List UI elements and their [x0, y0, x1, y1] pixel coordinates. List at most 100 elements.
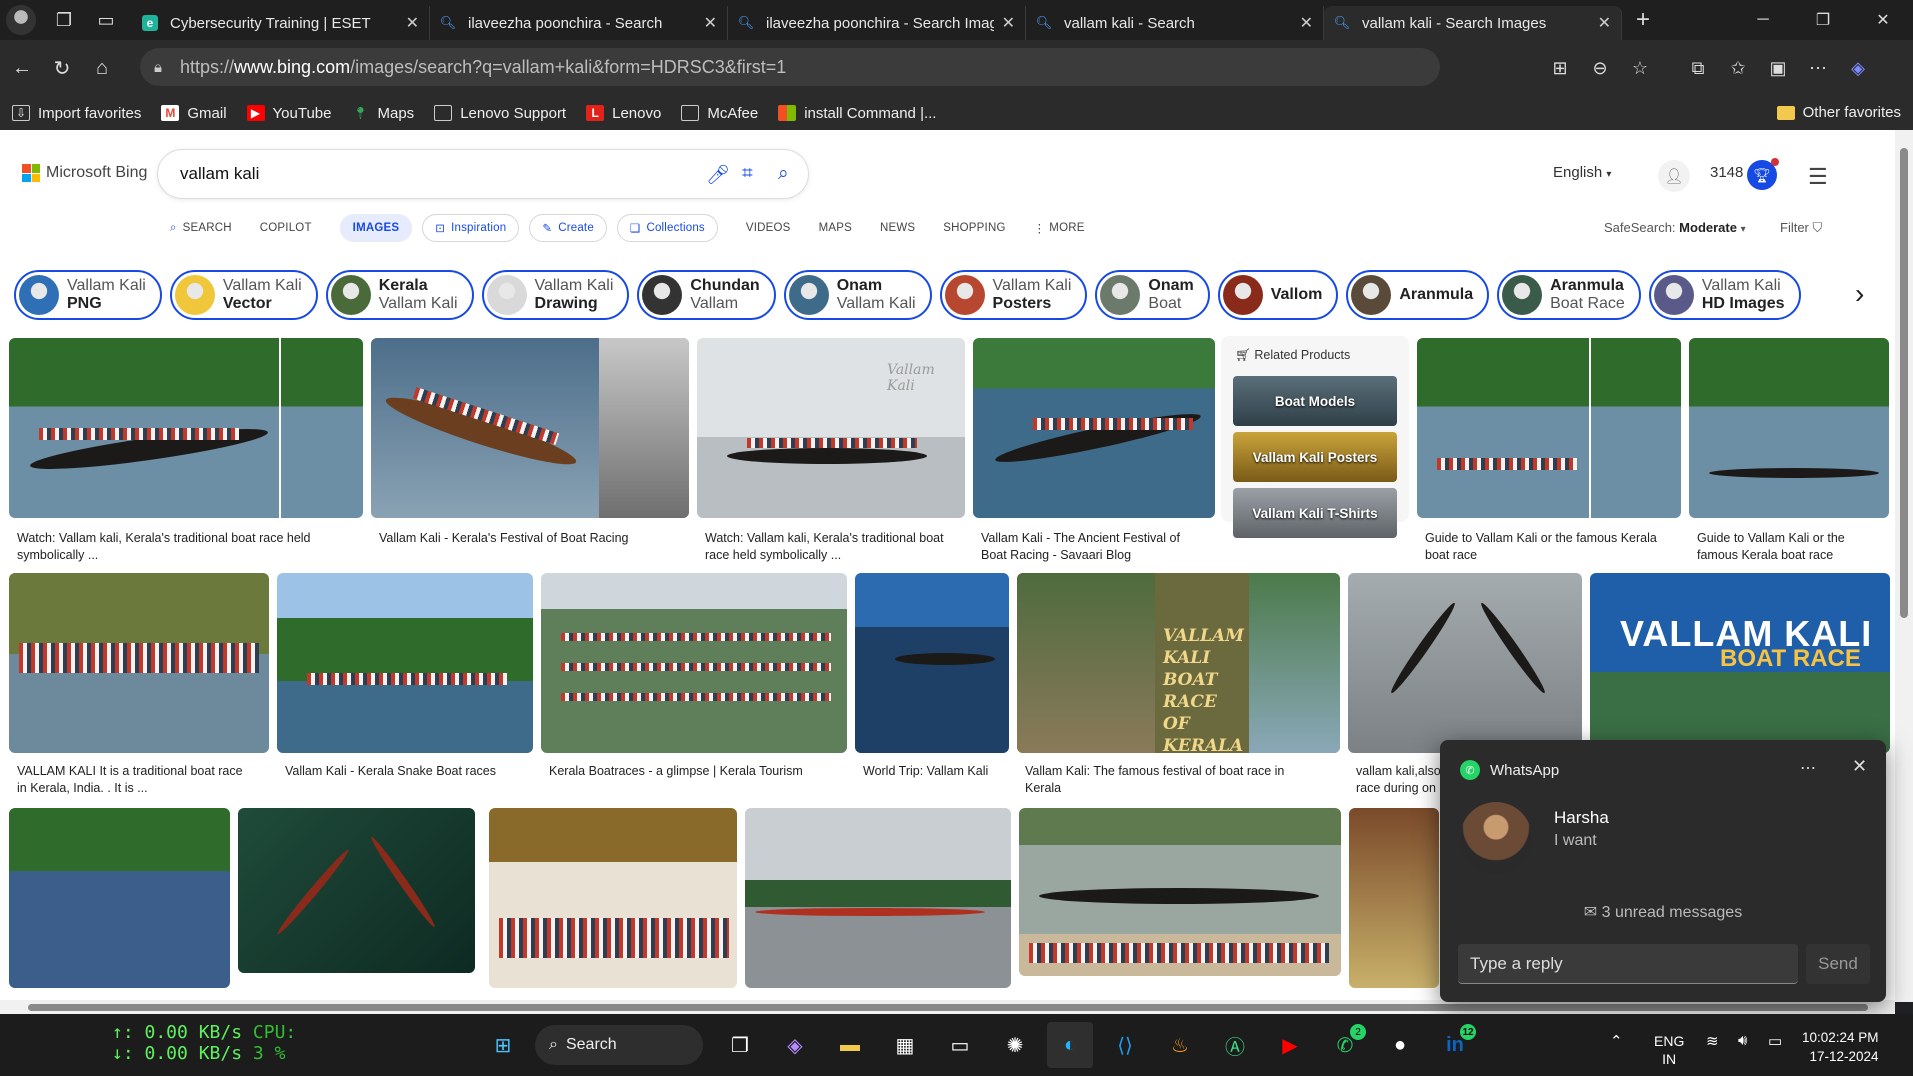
- favorite-lenovo[interactable]: L Lenovo: [586, 105, 661, 122]
- close-tab-icon[interactable]: ✕: [1002, 13, 1015, 33]
- tab-eset[interactable]: e Cybersecurity Training | ESET ✕: [132, 6, 430, 40]
- search-query[interactable]: vallam kali: [180, 164, 259, 184]
- image-result[interactable]: [9, 808, 230, 988]
- related-product-posters[interactable]: Vallam Kali Posters: [1233, 432, 1397, 482]
- image-result[interactable]: [489, 808, 737, 988]
- filter-button[interactable]: Filter ⛉: [1780, 220, 1822, 236]
- vertical-tabs-icon[interactable]: ▭: [92, 6, 120, 34]
- scope-shopping[interactable]: SHOPPING: [943, 222, 1005, 234]
- reply-input[interactable]: Type a reply: [1458, 944, 1798, 984]
- image-result[interactable]: [1019, 808, 1341, 988]
- image-result[interactable]: VALLAM KALI BOAT RACE: [1590, 573, 1890, 758]
- image-result[interactable]: VALLAM KALI It is a traditional boat rac…: [9, 573, 269, 795]
- rewards-icon[interactable]: 🏆︎: [1747, 158, 1779, 190]
- scrollbar-thumb[interactable]: [1900, 148, 1908, 618]
- result-image[interactable]: [1417, 338, 1681, 518]
- more-options-icon[interactable]: ⋯: [1800, 758, 1816, 778]
- scope-inspiration[interactable]: ⊡ Inspiration: [422, 214, 520, 242]
- tab-ilaveezha-images[interactable]: 🔍︎ ilaveezha poonchira - Search Imag ✕: [728, 6, 1026, 40]
- related-chip[interactable]: Vallom: [1217, 270, 1339, 320]
- tab-ilaveezha-search[interactable]: 🔍︎ ilaveezha poonchira - Search ✕: [430, 6, 728, 40]
- file-explorer-icon[interactable]: ▬: [827, 1022, 873, 1068]
- favorite-lenovo-support[interactable]: Lenovo Support: [434, 105, 566, 122]
- microphone-icon[interactable]: 🎤︎: [706, 163, 730, 187]
- android-studio-icon[interactable]: Ⓐ: [1212, 1022, 1258, 1068]
- scrollbar-thumb[interactable]: [28, 1004, 1868, 1011]
- volume-icon[interactable]: 🔊︎: [1738, 1032, 1747, 1049]
- battery-icon[interactable]: ▭: [1768, 1032, 1782, 1050]
- whatsapp-icon[interactable]: ✆ 2: [1322, 1022, 1368, 1068]
- image-result[interactable]: Guide to Vallam Kali or the famous Keral…: [1417, 338, 1681, 562]
- language-indicator[interactable]: ENG IN: [1654, 1032, 1684, 1068]
- result-image[interactable]: [855, 573, 1009, 753]
- result-image[interactable]: [1349, 808, 1439, 988]
- new-tab-button[interactable]: +: [1636, 6, 1650, 34]
- related-chip[interactable]: Onam Vallam Kali: [783, 270, 932, 320]
- hamburger-menu-icon[interactable]: ☰: [1808, 164, 1828, 190]
- favorite-maps[interactable]: 📍︎ Maps: [352, 105, 414, 122]
- edge-icon[interactable]: ◐: [1047, 1022, 1093, 1068]
- rewards-points[interactable]: 3148: [1710, 164, 1743, 181]
- close-icon[interactable]: ✕: [1852, 756, 1867, 777]
- related-chip[interactable]: Chundan Vallam: [637, 270, 776, 320]
- result-image[interactable]: [541, 573, 847, 753]
- result-image[interactable]: [1348, 573, 1582, 753]
- clock[interactable]: 10:02:24 PM 17-12-2024: [1802, 1028, 1879, 1066]
- image-result[interactable]: Watch: Vallam kali, Kerala's traditional…: [9, 338, 363, 562]
- image-result[interactable]: [238, 808, 475, 988]
- favorite-youtube[interactable]: ▶ YouTube: [246, 105, 332, 122]
- related-chip[interactable]: Vallam Kali PNG: [14, 270, 162, 320]
- search-icon[interactable]: ⌕: [778, 163, 789, 185]
- related-chip[interactable]: Vallam Kali Posters: [939, 270, 1088, 320]
- taskbar-search[interactable]: ⌕ Search: [535, 1025, 703, 1065]
- favorite-mcafee[interactable]: McAfee: [681, 105, 758, 122]
- more-menu-icon[interactable]: ⋯: [1798, 58, 1838, 79]
- scope-create[interactable]: ✎ Create: [529, 214, 607, 242]
- tab-vallam-images[interactable]: 🔍︎ vallam kali - Search Images ✕: [1324, 6, 1622, 40]
- github-icon[interactable]: ●: [1377, 1022, 1423, 1068]
- related-chip[interactable]: Kerala Vallam Kali: [325, 270, 474, 320]
- favorites-icon[interactable]: ✩: [1718, 58, 1758, 79]
- favorite-import[interactable]: ⇩ Import favorites: [12, 105, 141, 122]
- start-icon[interactable]: ⊞: [480, 1022, 526, 1068]
- horizontal-scrollbar[interactable]: [0, 1000, 1895, 1014]
- linkedin-icon[interactable]: in 12: [1432, 1022, 1478, 1068]
- scope-news[interactable]: NEWS: [880, 222, 915, 234]
- vscode-icon[interactable]: ⟨⟩: [1102, 1022, 1148, 1068]
- home-icon[interactable]: ⌂: [84, 50, 120, 86]
- result-image[interactable]: [745, 808, 1011, 988]
- close-tab-icon[interactable]: ✕: [1598, 13, 1611, 33]
- favorite-star-icon[interactable]: ☆: [1620, 58, 1660, 79]
- image-result[interactable]: [745, 808, 1011, 988]
- terminal-icon[interactable]: ▭: [937, 1022, 983, 1068]
- profile-avatar[interactable]: [6, 5, 36, 35]
- safesearch-dropdown[interactable]: SafeSearch: Moderate ▾: [1604, 220, 1746, 235]
- address-bar[interactable]: 🔒︎ https://www.bing.com/images/search?q=…: [140, 48, 1440, 86]
- scope-more[interactable]: ⋮ MORE: [1034, 221, 1085, 235]
- other-favorites[interactable]: Other favorites: [1776, 104, 1901, 121]
- image-result[interactable]: Vallam Kali Watch: Vallam kali, Kerala's…: [697, 338, 965, 562]
- related-chip[interactable]: Vallam Kali Drawing: [481, 270, 630, 320]
- result-image[interactable]: VALLAM KALI BOAT RACE OF KERALA: [1017, 573, 1340, 753]
- favorite-gmail[interactable]: M Gmail: [161, 105, 227, 122]
- java-icon[interactable]: ♨: [1157, 1022, 1203, 1068]
- related-product-boat-models[interactable]: Boat Models: [1233, 376, 1397, 426]
- scope-maps[interactable]: MAPS: [819, 222, 852, 234]
- close-tab-icon[interactable]: ✕: [704, 13, 717, 33]
- related-chip[interactable]: Aranmula: [1346, 270, 1490, 320]
- result-image[interactable]: [489, 808, 737, 988]
- image-result[interactable]: [1349, 808, 1439, 988]
- favorite-install-command[interactable]: install Command |...: [778, 105, 936, 122]
- image-result[interactable]: vallam kali,also race during on: [1348, 573, 1582, 795]
- related-chip[interactable]: Vallam Kali HD Images: [1648, 270, 1801, 320]
- image-result[interactable]: Kerala Boatraces - a glimpse | Kerala To…: [541, 573, 847, 778]
- collections-icon[interactable]: ▣: [1758, 58, 1798, 79]
- workspaces-icon[interactable]: ❐: [50, 6, 78, 34]
- result-image[interactable]: [1689, 338, 1889, 518]
- image-result[interactable]: Vallam Kali - Kerala's Festival of Boat …: [371, 338, 689, 545]
- related-chip[interactable]: Vallam Kali Vector: [169, 270, 318, 320]
- close-tab-icon[interactable]: ✕: [1300, 13, 1313, 33]
- scope-search[interactable]: ⌕ SEARCH: [170, 222, 232, 235]
- result-image[interactable]: [238, 808, 475, 973]
- visual-search-icon[interactable]: ⌗: [742, 163, 753, 185]
